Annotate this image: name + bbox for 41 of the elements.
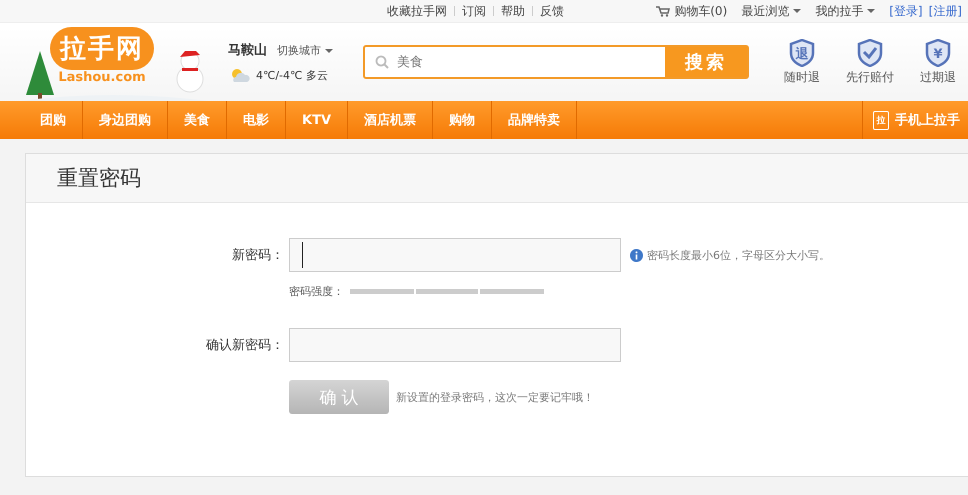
cart-icon <box>656 6 670 16</box>
search-field[interactable]: 美食 搜索 <box>363 45 749 79</box>
shield-icon: 退 <box>789 38 815 66</box>
nav-item[interactable]: KTV <box>286 101 348 139</box>
city-name: 马鞍山 <box>228 43 267 58</box>
weather-text: 4℃/-4℃ 多云 <box>256 68 328 82</box>
nav-item[interactable]: 美食 <box>168 101 227 139</box>
info-icon <box>630 248 643 262</box>
search-icon <box>375 55 389 69</box>
password-field[interactable] <box>289 238 621 272</box>
dropdown-menu[interactable]: 我的拉手 <box>815 2 876 20</box>
strength-label: 密码强度： <box>289 284 344 298</box>
dropdown-menu[interactable]: 最近浏览 <box>741 2 802 20</box>
cart-link[interactable]: 购物车(0) <box>656 2 728 20</box>
guarantee-label: 随时退 <box>784 68 820 86</box>
guarantee-label: 先行赔付 <box>846 68 894 86</box>
top-link[interactable]: 帮助 <box>501 2 525 20</box>
field-label: 确认新密码： <box>205 337 285 354</box>
nav-item[interactable]: 电影 <box>227 101 286 139</box>
shield-check-icon <box>857 38 883 66</box>
confirm-password-field[interactable] <box>289 328 621 362</box>
hint-text: 密码长度最小6位，字母区分大小写。 <box>647 248 830 262</box>
nav-item[interactable]: 身边团购 <box>83 101 168 139</box>
nav-item[interactable]: 购物 <box>433 101 492 139</box>
top-link[interactable]: 收藏拉手网 <box>387 2 447 20</box>
mobile-app-link[interactable]: 拉 手机上拉手 <box>862 101 968 139</box>
phone-icon: 拉 <box>873 110 889 130</box>
guarantee-label: 过期退 <box>920 68 956 86</box>
auth-link[interactable]: [登录] <box>889 2 923 20</box>
auth-link[interactable]: [注册] <box>928 2 962 20</box>
note-text: 新设置的登录密码，这次一定要记牢哦！ <box>395 390 594 404</box>
field-label: 新密码： <box>231 247 285 264</box>
page-title: 重置密码 <box>57 165 141 192</box>
top-link[interactable]: 订阅 <box>462 2 486 20</box>
shield-icon: ¥ <box>925 38 951 66</box>
nav-item[interactable]: 品牌特卖 <box>492 101 578 139</box>
nav-item[interactable]: 酒店机票 <box>348 101 434 139</box>
nav-item[interactable]: 团购 <box>0 101 83 139</box>
top-link[interactable]: 反馈 <box>540 2 564 20</box>
search-button[interactable]: 搜索 <box>665 47 747 77</box>
switch-city-dropdown[interactable]: 切换城市 <box>277 44 333 57</box>
